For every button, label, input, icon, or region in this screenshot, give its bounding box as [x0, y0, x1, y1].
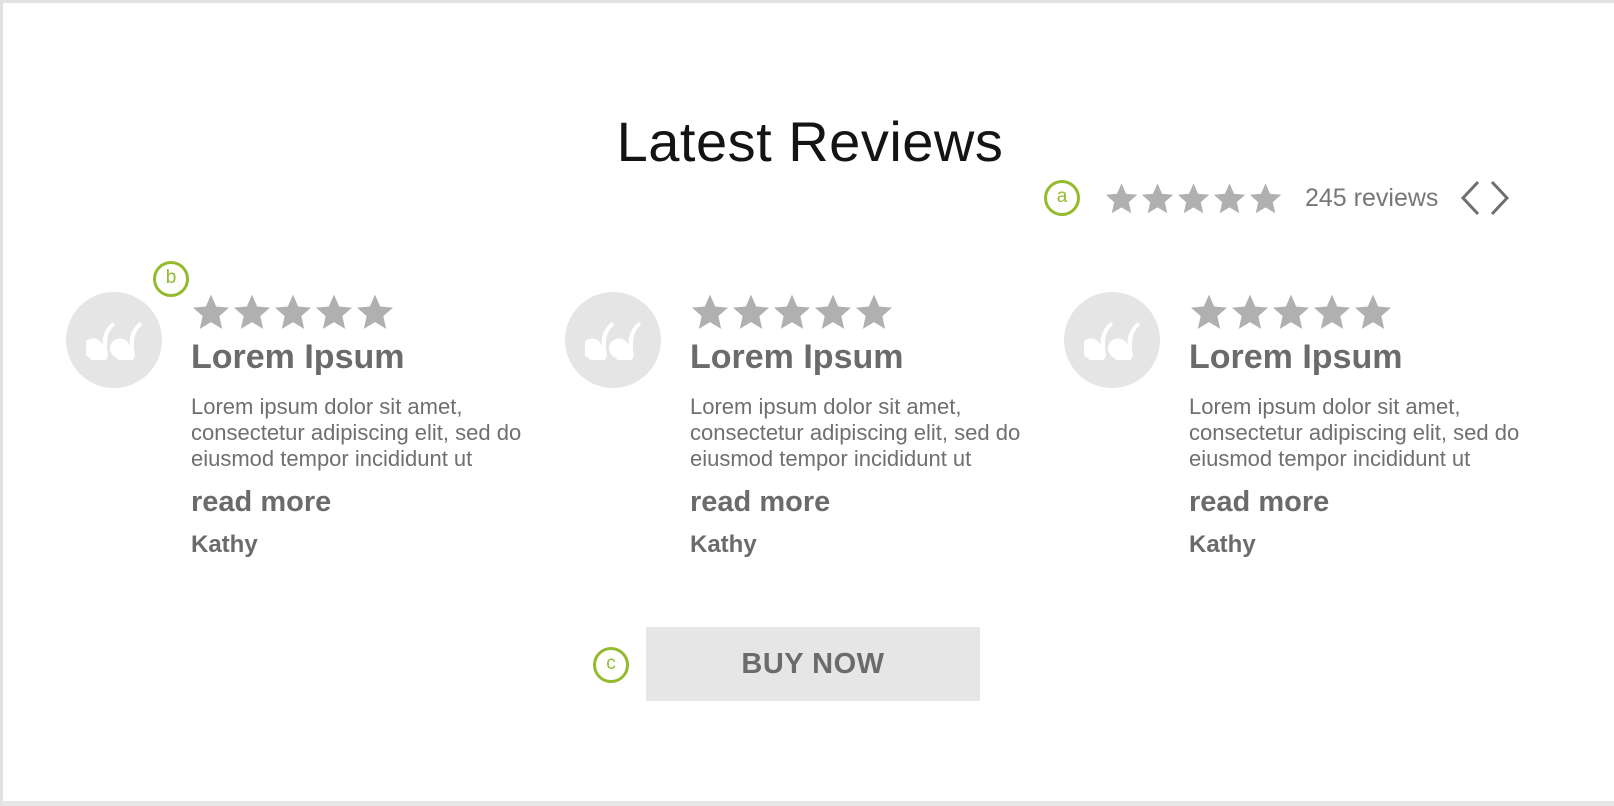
star-icon: [275, 294, 311, 329]
review-body: Lorem Ipsum Lorem ipsum dolor sit amet, …: [191, 292, 571, 559]
buy-now-button[interactable]: BUY NOW: [646, 627, 980, 701]
review-text: Lorem ipsum dolor sit amet, consectetur …: [191, 394, 522, 472]
quote-icon: [565, 292, 661, 388]
review-body: Lorem Ipsum Lorem ipsum dolor sit amet, …: [690, 292, 1070, 559]
star-icon: [856, 294, 892, 329]
star-icon: [234, 294, 270, 329]
page-frame: Latest Reviews a 245 reviews b Lorem Ips…: [0, 0, 1614, 806]
review-author: Kathy: [690, 531, 757, 559]
review-card: Lorem Ipsum Lorem ipsum dolor sit amet, …: [66, 292, 566, 562]
review-author: Kathy: [191, 531, 258, 559]
chevron-left-icon: [1461, 180, 1480, 216]
annotation-marker-label: a: [1056, 186, 1068, 207]
quote-icon: [66, 292, 162, 388]
star-icon: [1314, 294, 1350, 329]
previous-button[interactable]: [1458, 178, 1482, 218]
star-icon: [1355, 294, 1391, 329]
star-icon: [316, 294, 352, 329]
chevron-right-icon: [1491, 180, 1510, 216]
star-icon: [1191, 294, 1227, 329]
annotation-marker-a: a: [1044, 180, 1080, 216]
rating-summary: a 245 reviews: [1044, 176, 1512, 220]
review-text: Lorem ipsum dolor sit amet, consectetur …: [1189, 394, 1520, 472]
annotation-marker-c: c: [593, 647, 629, 683]
star-icon: [1232, 294, 1268, 329]
star-icon: [1273, 294, 1309, 329]
star-icon: [1249, 182, 1282, 213]
review-author: Kathy: [1189, 531, 1256, 559]
review-card: Lorem Ipsum Lorem ipsum dolor sit amet, …: [1064, 292, 1564, 562]
star-icon: [692, 294, 728, 329]
summary-star-rating: [1104, 181, 1283, 216]
star-icon: [1213, 182, 1246, 213]
review-card: Lorem Ipsum Lorem ipsum dolor sit amet, …: [565, 292, 1065, 562]
read-more-link[interactable]: read more: [690, 486, 1070, 519]
star-icon: [1177, 182, 1210, 213]
review-star-rating: [191, 292, 571, 332]
review-title: Lorem Ipsum: [690, 338, 904, 376]
read-more-link[interactable]: read more: [1189, 486, 1569, 519]
review-star-rating: [1189, 292, 1569, 332]
review-text: Lorem ipsum dolor sit amet, consectetur …: [690, 394, 1021, 472]
review-star-rating: [690, 292, 1070, 332]
review-count: 245 reviews: [1305, 183, 1439, 212]
star-icon: [1105, 182, 1138, 213]
read-more-link[interactable]: read more: [191, 486, 571, 519]
quote-icon: [1064, 292, 1160, 388]
star-icon: [774, 294, 810, 329]
star-icon: [357, 294, 393, 329]
star-icon: [733, 294, 769, 329]
page-title: Latest Reviews: [616, 109, 1004, 173]
next-button[interactable]: [1488, 178, 1512, 218]
review-body: Lorem Ipsum Lorem ipsum dolor sit amet, …: [1189, 292, 1569, 559]
star-icon: [193, 294, 229, 329]
annotation-marker-label: c: [606, 653, 616, 674]
star-icon: [1141, 182, 1174, 213]
star-icon: [815, 294, 851, 329]
review-title: Lorem Ipsum: [191, 338, 405, 376]
annotation-marker-label: b: [165, 267, 177, 288]
review-title: Lorem Ipsum: [1189, 338, 1403, 376]
